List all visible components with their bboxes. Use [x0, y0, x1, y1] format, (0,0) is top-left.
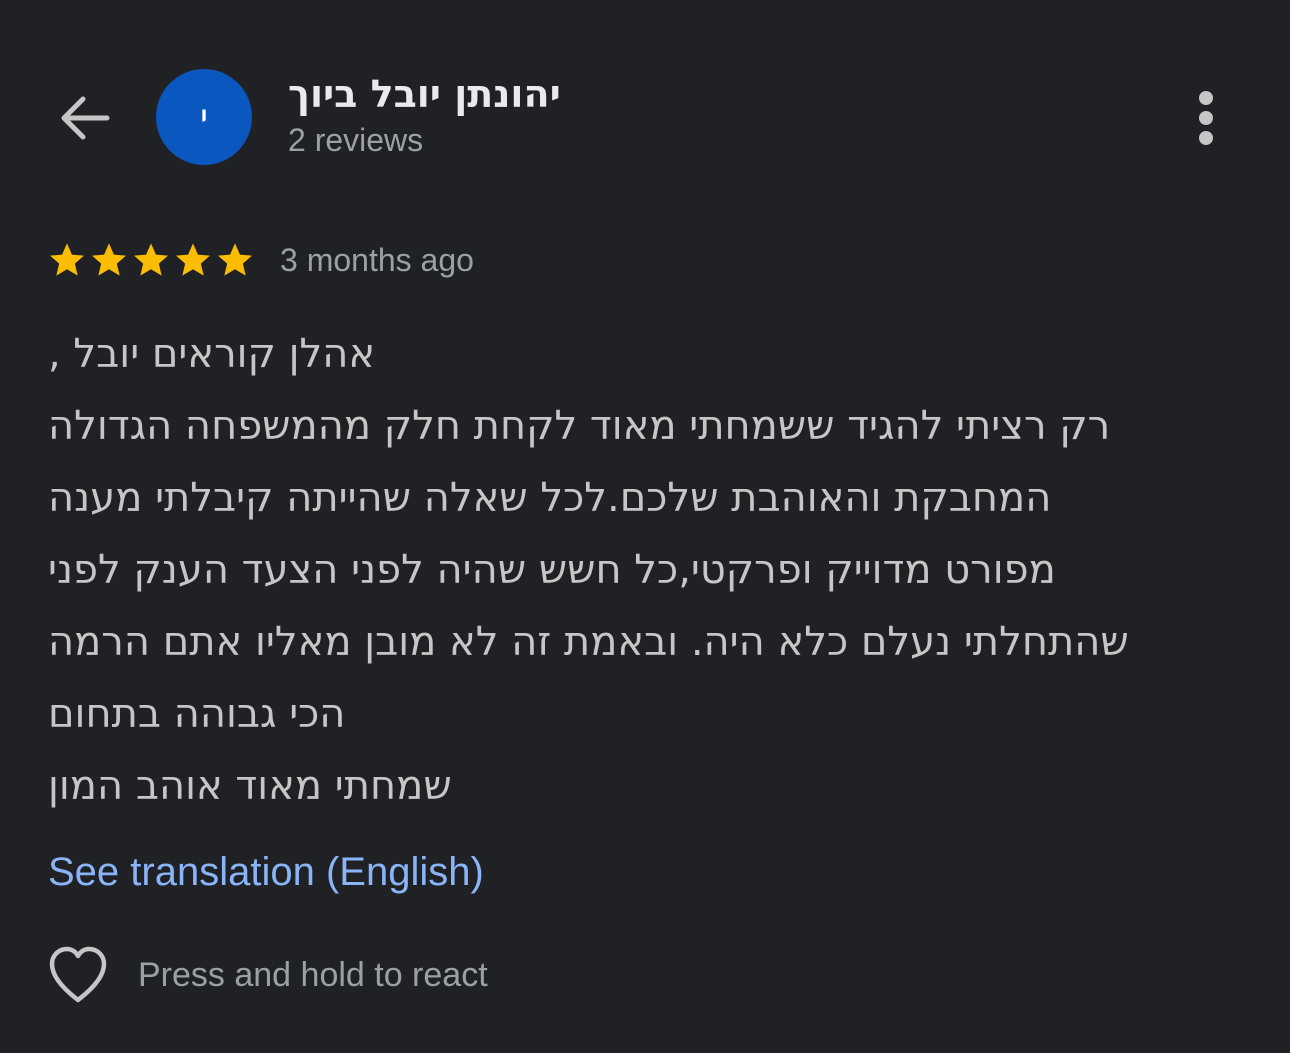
star-icon: [50, 243, 84, 276]
star-icon: [134, 243, 168, 276]
react-label: Press and hold to react: [138, 955, 488, 994]
review-line: שהתחלתי נעלם כלא היה. ובאמת זה לא מובן מ…: [48, 619, 1129, 665]
reviews-count: 2 reviews: [288, 122, 424, 158]
review-line: הכי גבוהה בתחום: [48, 691, 346, 737]
star-rating: [46, 239, 256, 281]
review-line: מפורט מדוייק ופרקטי,כל חשש שהיה לפני הצע…: [48, 547, 1056, 593]
avatar[interactable]: י: [156, 69, 252, 165]
avatar-letter: י: [199, 96, 209, 138]
more-vert-icon: [1199, 91, 1213, 145]
react-button[interactable]: Press and hold to react: [46, 944, 488, 1006]
star-icon: [218, 243, 252, 276]
review-line: רק רציתי להגיד ששמחתי מאוד לקחת חלק מהמש…: [48, 403, 1111, 449]
rating-row: 3 months ago: [46, 236, 474, 284]
review-line: שמחתי מאוד אוהב המון: [48, 763, 452, 809]
arrow-back-icon: [61, 96, 110, 140]
back-button[interactable]: [52, 88, 116, 148]
star-icon: [176, 243, 210, 276]
review-line: אהלן קוראים יובל ,: [48, 331, 376, 377]
heart-outline-icon: [49, 946, 107, 1003]
review-line: המחבקת והאוהבת שלכם.לכל שאלה שהייתה קיבל…: [48, 475, 1052, 521]
review-text: אהלן קוראים יובל , רק רציתי להגיד ששמחתי…: [48, 318, 1218, 822]
review-date: 3 months ago: [280, 241, 474, 278]
star-icon: [92, 243, 126, 276]
more-options-button[interactable]: [1186, 88, 1226, 148]
reviewer-name[interactable]: יהונתן יובל ביוך: [288, 72, 561, 116]
see-translation-link[interactable]: See translation (English): [48, 850, 484, 895]
